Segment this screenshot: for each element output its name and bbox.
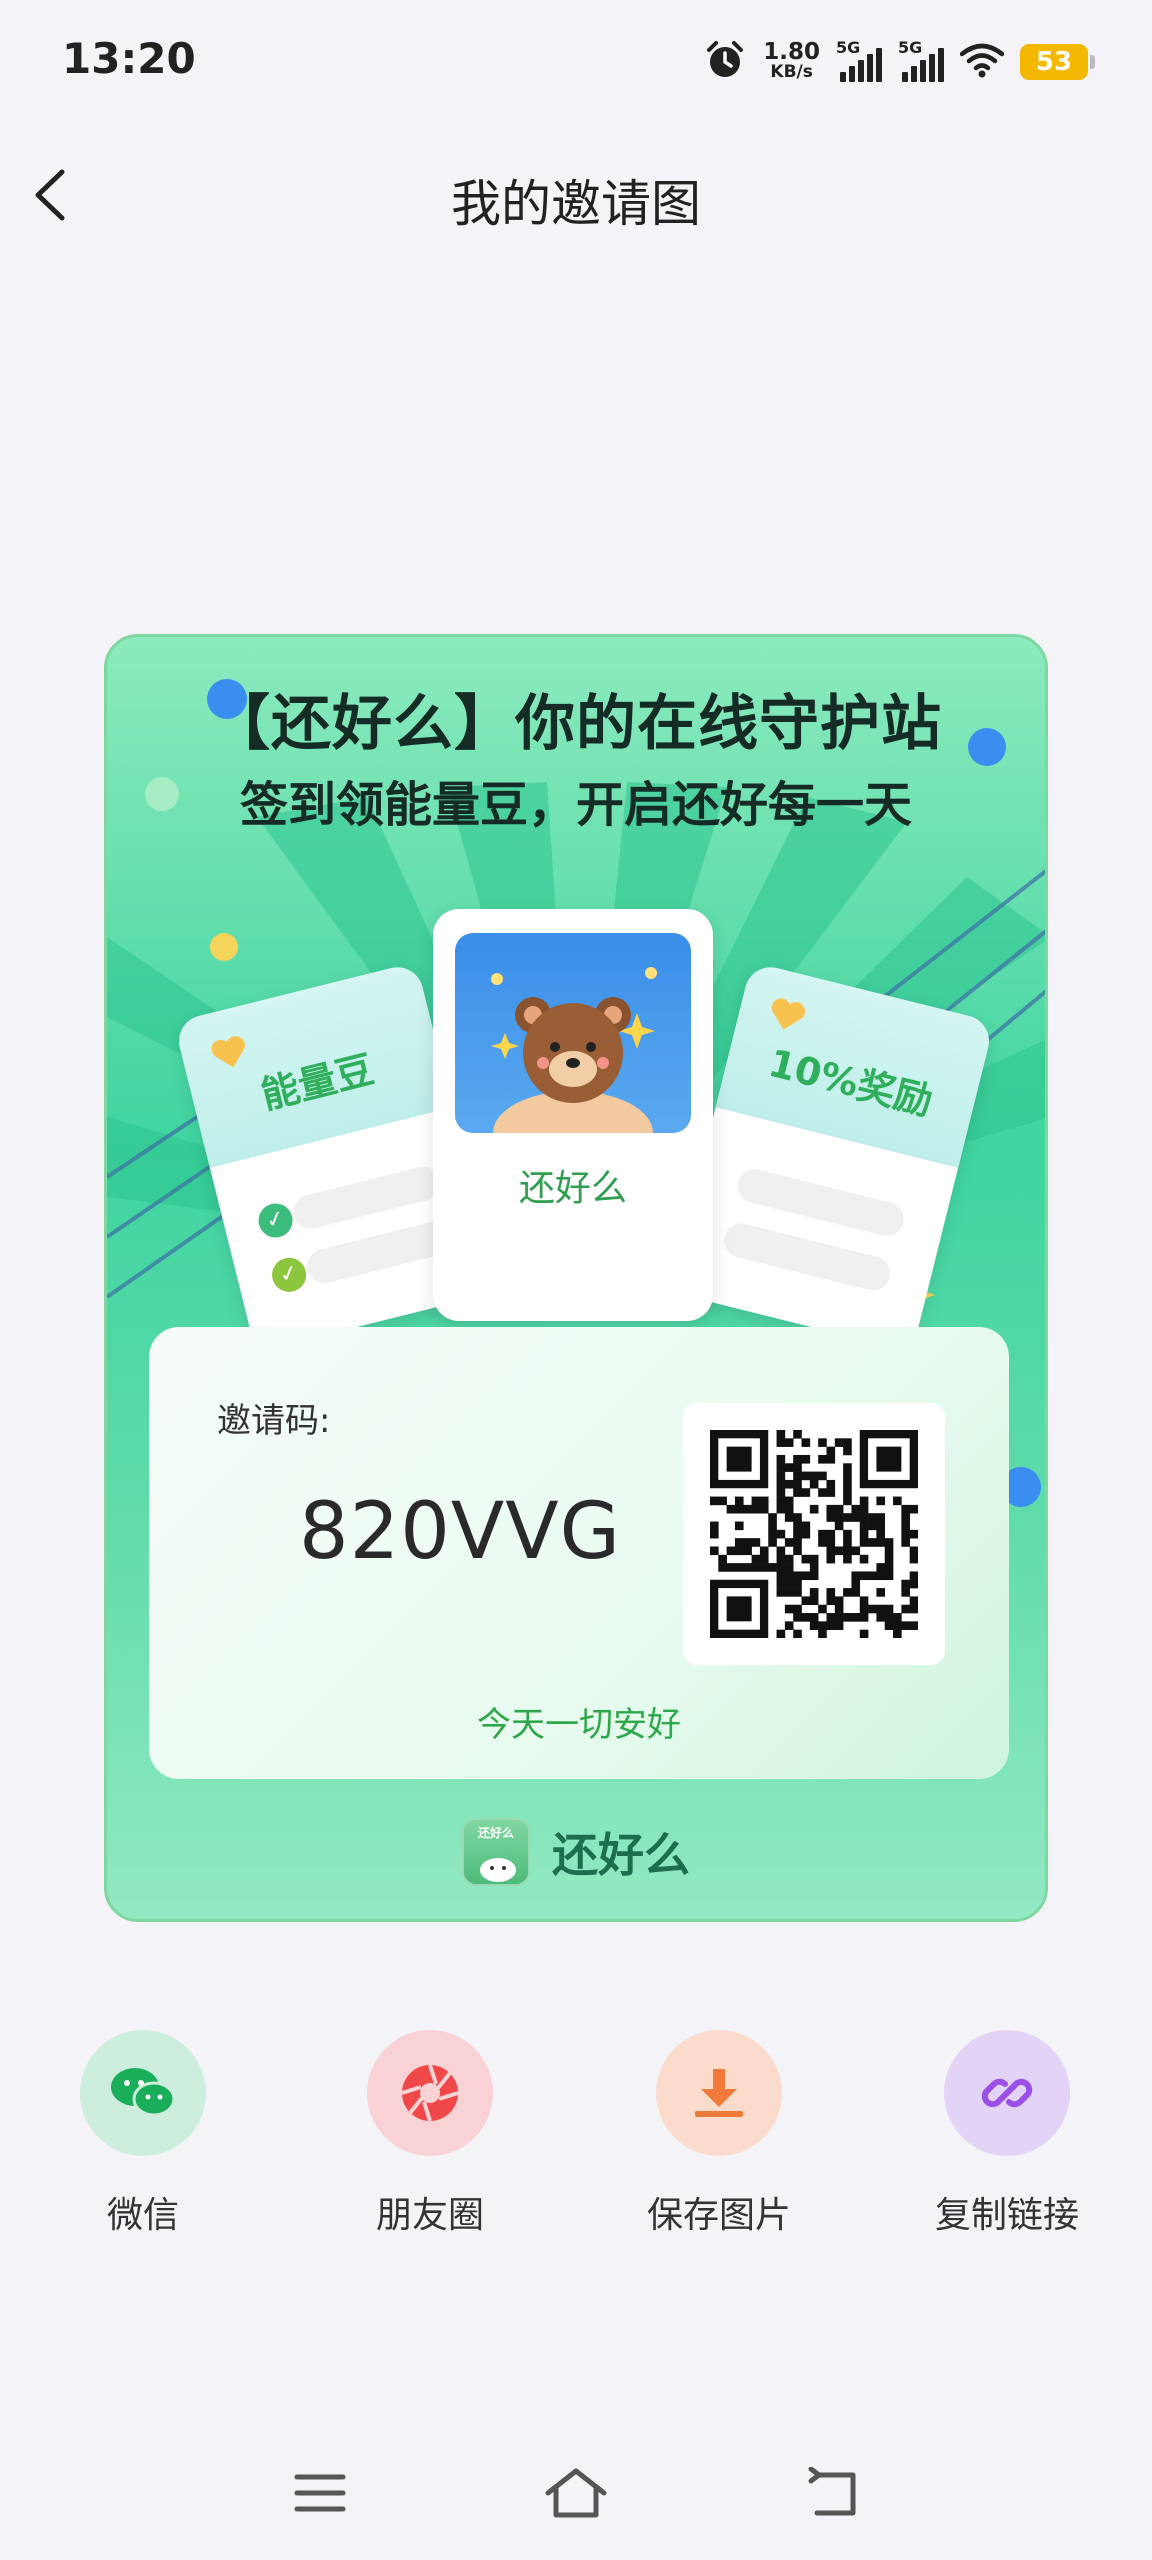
brand-logo-text: 还好么: [477, 1826, 514, 1840]
share-icon-circle: [656, 2030, 782, 2156]
poster-headline: 【还好么】你的在线守护站: [210, 689, 942, 759]
home-icon: [545, 2468, 607, 2518]
card-placeholder-line: [289, 1163, 444, 1233]
download-icon: [695, 2069, 743, 2117]
network-speed-value: 1.80: [763, 39, 820, 65]
card-center-label: 还好么: [518, 1168, 627, 1209]
signal-icon: 5G: [836, 38, 882, 82]
header: 我的邀请图: [0, 140, 1152, 250]
network-speed-unit: KB/s: [770, 62, 813, 82]
status-time: 13:20: [62, 34, 196, 83]
qr-code: [683, 1403, 945, 1665]
wifi-icon: [959, 42, 1005, 82]
bear-mascot-image: [455, 933, 691, 1133]
poster-subheadline: 签到领能量豆，开启还好每一天: [239, 777, 912, 833]
share-wechat-label: 微信: [106, 2195, 179, 2236]
brand-name: 还好么: [552, 1828, 690, 1882]
status-bar: 13:20 1.80 KB/s 5G 5G 53: [0, 0, 1152, 120]
nav-back-button[interactable]: [792, 2458, 872, 2528]
nav-menu-button[interactable]: [280, 2458, 360, 2528]
sim1-label: 5G: [836, 38, 861, 57]
network-speed: 1.80 KB/s: [763, 39, 820, 83]
wechat-icon: [111, 2068, 176, 2117]
back-icon: [808, 2467, 856, 2516]
check-icon: ✓: [254, 1199, 297, 1242]
status-icons: 1.80 KB/s 5G 5G 53: [703, 34, 1095, 90]
copy-link-button[interactable]: 复制链接: [907, 2030, 1107, 2238]
invite-code: 820VVG: [299, 1487, 622, 1577]
share-icon-circle: [80, 2030, 206, 2156]
share-icon-circle: [944, 2030, 1070, 2156]
moments-icon: [401, 2064, 459, 2122]
share-moments-button[interactable]: 朋友圈: [330, 2030, 530, 2238]
share-options: 微信 朋友圈 保存图片 复制链接: [0, 2030, 1152, 2250]
brand: 还好么 还好么: [107, 1815, 1045, 1889]
menu-icon: [294, 2474, 346, 2512]
save-image-label: 保存图片: [646, 2195, 791, 2236]
system-nav-bar: [0, 2440, 1152, 2550]
link-icon: [981, 2078, 1033, 2108]
mascot-icon: [480, 1858, 516, 1882]
share-moments-label: 朋友圈: [375, 2195, 484, 2236]
alarm-icon: [703, 38, 747, 86]
signal-icon: 5G: [898, 38, 944, 82]
battery-icon: 53: [1020, 44, 1095, 80]
poster-tagline: 今天一切安好: [477, 1705, 681, 1745]
bear-icon: [491, 967, 657, 1133]
invite-code-label: 邀请码:: [217, 1401, 331, 1441]
invite-poster: 【还好么】你的在线守护站 签到领能量豆，开启还好每一天 能量豆 ✓ ✓ 10%奖…: [104, 634, 1048, 1922]
nav-home-button[interactable]: [536, 2458, 616, 2528]
brand-logo: 还好么: [462, 1818, 530, 1886]
qr-code-image: [710, 1430, 918, 1638]
page-title: 我的邀请图: [451, 175, 701, 233]
share-icon-circle: [367, 2030, 493, 2156]
check-icon: ✓: [268, 1254, 310, 1296]
share-wechat-button[interactable]: 微信: [43, 2030, 243, 2238]
invite-panel: 邀请码: 820VVG 今天一切安好: [149, 1327, 1009, 1779]
sim2-label: 5G: [898, 38, 923, 57]
copy-link-label: 复制链接: [934, 2195, 1079, 2236]
save-image-button[interactable]: 保存图片: [619, 2030, 819, 2238]
mascot-card: 还好么: [433, 909, 713, 1321]
